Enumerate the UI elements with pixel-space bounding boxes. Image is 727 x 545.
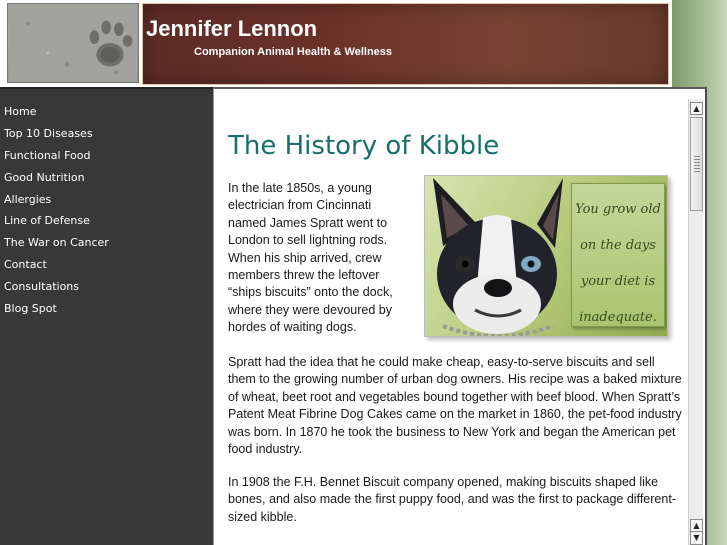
header-banner: Jennifer Lennon Companion Animal Health … xyxy=(142,3,669,85)
scroll-thumb[interactable] xyxy=(690,117,703,211)
scroll-step-buttons: ▲ ▼ xyxy=(690,519,703,545)
paragraph-3: In 1908 the F.H. Bennet Biscuit company … xyxy=(228,475,676,524)
nav-list: Home Top 10 Diseases Functional Food Goo… xyxy=(0,89,213,320)
paragraph-1: In the late 1850s, a young electrician f… xyxy=(228,181,393,335)
quote-card: You grow old on the days your diet is in… xyxy=(571,183,665,327)
quote-line-3: your diet is xyxy=(580,274,656,289)
content-frame: The History of Kibble In the late 1850s,… xyxy=(213,87,705,545)
scroll-up-button[interactable]: ▲ xyxy=(690,102,703,115)
vertical-scrollbar[interactable]: ▲ ▲ ▼ xyxy=(688,99,703,545)
site-title: Jennifer Lennon xyxy=(146,16,318,41)
sidebar-item-home[interactable]: Home xyxy=(0,101,213,123)
sidebar-nav: Home Top 10 Diseases Functional Food Goo… xyxy=(0,87,213,545)
scroll-step-up-button[interactable]: ▲ xyxy=(691,520,702,532)
sidebar-item-good-nutrition[interactable]: Good Nutrition xyxy=(0,167,213,189)
sidebar-item-blog-spot[interactable]: Blog Spot xyxy=(0,298,213,320)
sidebar-item-functional-food[interactable]: Functional Food xyxy=(0,145,213,167)
site-subtitle: Companion Animal Health & Wellness xyxy=(194,46,393,58)
sidebar-item-consultations[interactable]: Consultations xyxy=(0,276,213,298)
site-header: Jennifer Lennon Companion Animal Health … xyxy=(0,0,672,87)
quote-line-1: You grow old xyxy=(575,202,661,217)
grip-icon xyxy=(694,156,700,172)
boston-terrier-icon xyxy=(433,178,563,336)
page-title: The History of Kibble xyxy=(228,131,500,161)
quote-line-4: inadequate. xyxy=(579,310,657,325)
sidebar-item-allergies[interactable]: Allergies xyxy=(0,189,213,211)
paw-print-photo xyxy=(7,3,139,83)
content-area: The History of Kibble In the late 1850s,… xyxy=(214,89,687,545)
dog-quote-image: You grow old on the days your diet is in… xyxy=(424,175,668,337)
sidebar-item-top-10-diseases[interactable]: Top 10 Diseases xyxy=(0,123,213,145)
frame-edge xyxy=(705,87,707,545)
paw-print-icon xyxy=(8,4,138,82)
sidebar-item-war-on-cancer[interactable]: The War on Cancer xyxy=(0,232,213,254)
sidebar-item-contact[interactable]: Contact xyxy=(0,254,213,276)
quote-line-2: on the days xyxy=(580,238,656,253)
scroll-down-button[interactable]: ▼ xyxy=(691,532,702,544)
sidebar-item-line-of-defense[interactable]: Line of Defense xyxy=(0,210,213,232)
paragraph-2: Spratt had the idea that he could make c… xyxy=(228,355,682,457)
